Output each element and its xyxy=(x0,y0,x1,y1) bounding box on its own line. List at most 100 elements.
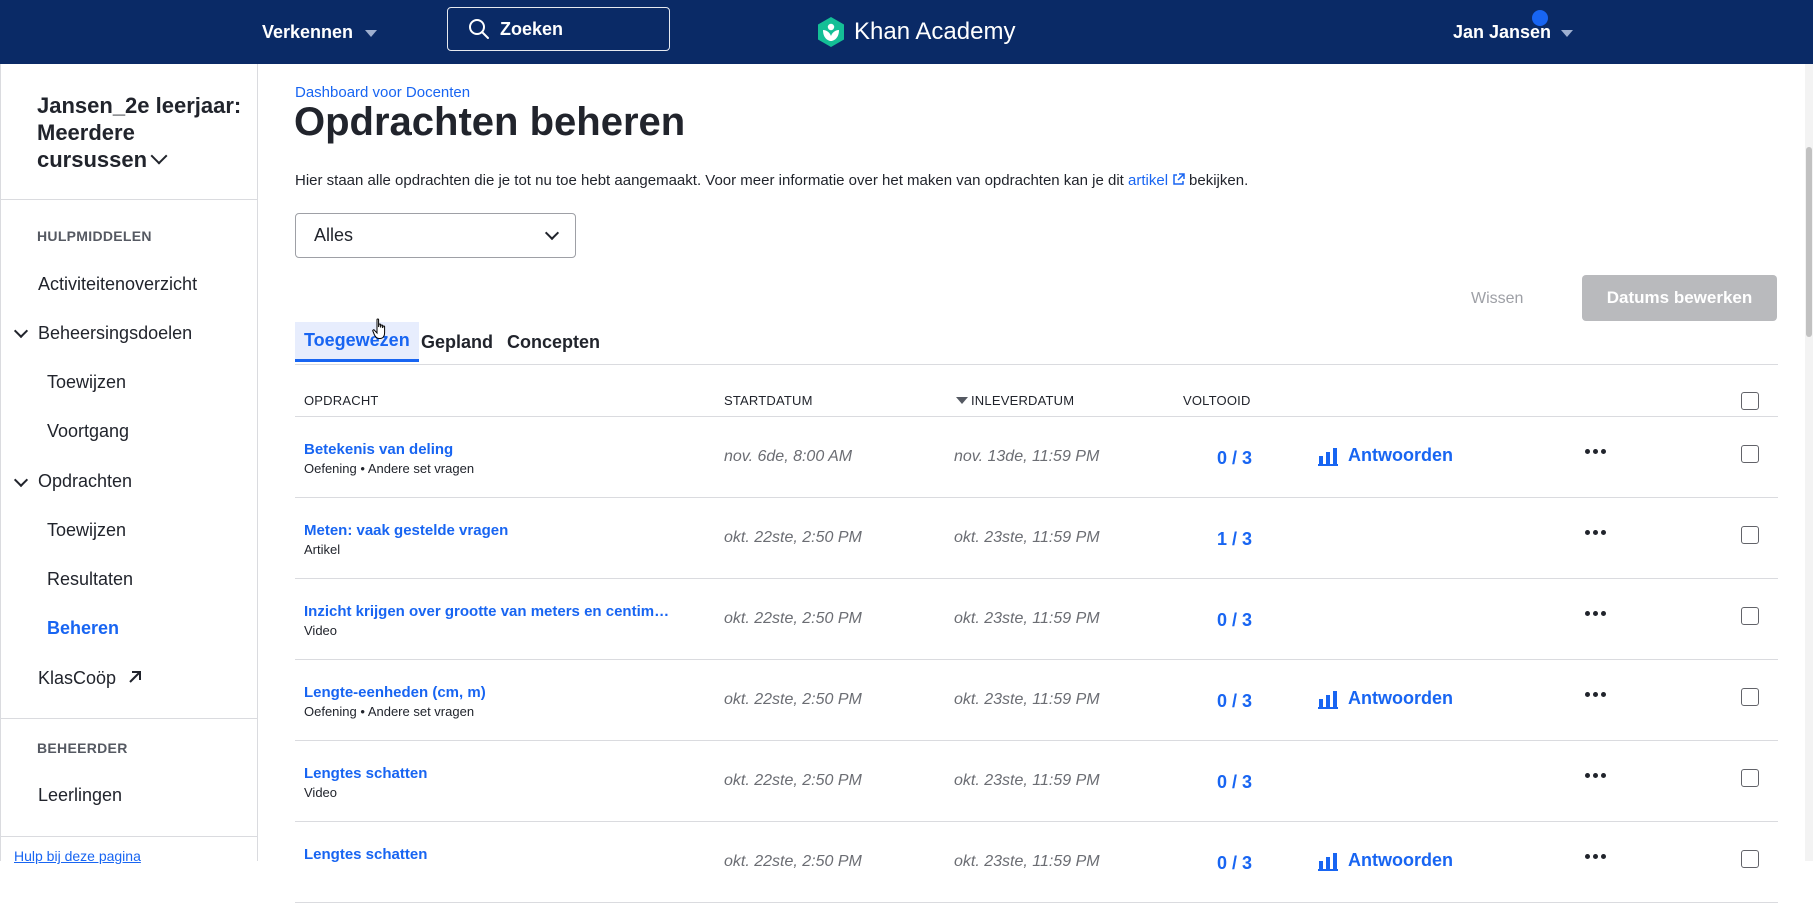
assignment-type: Video xyxy=(304,785,338,800)
row-checkbox[interactable] xyxy=(1741,688,1759,706)
select-all-checkbox[interactable] xyxy=(1741,392,1759,410)
edit-dates-button[interactable]: Datums bewerken xyxy=(1582,275,1777,321)
assignment-type: Oefening • Andere set vragen xyxy=(304,704,475,719)
table-row: Meten: vaak gestelde vragen Artikel okt. 2… xyxy=(0,498,1813,579)
sidebar-item-activity-overview[interactable]: Activiteitenoverzicht xyxy=(38,274,197,295)
description-text-end: bekijken. xyxy=(1189,172,1249,189)
search-placeholder: Zoeken xyxy=(500,18,564,39)
due-date: okt. 23ste, 11:59 PM xyxy=(954,772,1100,789)
start-date: nov. 6de, 8:00 AM xyxy=(724,448,853,465)
assignment-title-link[interactable]: Lengtes schatten xyxy=(304,765,427,782)
chevron-down-icon xyxy=(150,147,168,165)
divider xyxy=(1,199,258,200)
tab-drafts[interactable]: Concepten xyxy=(507,322,600,362)
answers-button[interactable]: Antwoorden xyxy=(1318,445,1453,466)
row-checkbox[interactable] xyxy=(1741,607,1759,625)
column-header-assignment[interactable]: OPDRACHT xyxy=(304,393,379,408)
completed-count[interactable]: 0 / 3 xyxy=(1217,448,1252,469)
row-checkbox[interactable] xyxy=(1741,445,1759,463)
hand-cursor-icon xyxy=(372,318,386,339)
assignment-title-link[interactable]: Betekenis van deling xyxy=(304,441,453,458)
table-row: Betekenis van deling Oefening • Andere se… xyxy=(0,417,1813,498)
more-options-icon[interactable] xyxy=(1585,441,1609,459)
more-options-icon[interactable] xyxy=(1585,684,1609,702)
more-options-icon[interactable] xyxy=(1585,603,1609,621)
breadcrumb[interactable]: Dashboard voor Docenten xyxy=(295,84,470,101)
assignment-type: Video xyxy=(304,623,338,638)
column-header-due-label: INLEVERDATUM xyxy=(971,393,1075,408)
chevron-down-icon xyxy=(544,225,560,241)
table-row: Lengtes schatten Video okt. 22ste, 2:50 PM… xyxy=(0,741,1813,822)
tab-scheduled[interactable]: Gepland xyxy=(421,322,493,362)
more-options-icon[interactable] xyxy=(1585,765,1609,783)
table-row: Lengtes schatten okt. 22ste, 2:50 PM okt. … xyxy=(0,822,1813,903)
due-date: nov. 13de, 11:59 PM xyxy=(954,448,1100,465)
assignment-title-link[interactable]: Lengtes schatten xyxy=(304,846,427,863)
table-row: Inzicht krijgen over grootte van meters … xyxy=(0,579,1813,660)
caret-down-icon xyxy=(1561,29,1574,37)
khan-leaf-icon xyxy=(818,17,844,47)
column-header-done[interactable]: VOLTOOID xyxy=(1183,393,1251,408)
more-options-icon[interactable] xyxy=(1585,522,1609,540)
row-checkbox[interactable] xyxy=(1741,769,1759,787)
assignment-title-link[interactable]: Inzicht krijgen over grootte van meters … xyxy=(304,603,669,620)
description-text: Hier staan alle opdrachten die je tot nu… xyxy=(295,172,1124,189)
start-date: okt. 22ste, 2:50 PM xyxy=(724,772,862,789)
more-options-icon[interactable] xyxy=(1585,846,1609,864)
external-link-icon xyxy=(1173,173,1185,185)
notification-dot xyxy=(1532,10,1548,26)
search-icon xyxy=(469,19,489,39)
answers-label: Antwoorden xyxy=(1348,445,1453,465)
page-description: Hier staan alle opdrachten die je tot nu… xyxy=(295,172,1248,189)
completed-count[interactable]: 1 / 3 xyxy=(1217,529,1252,550)
due-date: okt. 23ste, 11:59 PM xyxy=(954,529,1100,546)
due-date: okt. 23ste, 11:59 PM xyxy=(954,610,1100,627)
assignment-title-link[interactable]: Lengte-eenheden (cm, m) xyxy=(304,684,486,701)
bar-chart-icon xyxy=(1318,447,1338,466)
article-link[interactable]: artikel xyxy=(1128,172,1189,189)
chevron-down-icon[interactable] xyxy=(13,323,29,339)
start-date: okt. 22ste, 2:50 PM xyxy=(724,853,862,870)
due-date: okt. 23ste, 11:59 PM xyxy=(954,853,1100,870)
sidebar-item-mastery-assign[interactable]: Toewijzen xyxy=(47,372,126,393)
explore-label: Verkennen xyxy=(262,21,354,42)
start-date: okt. 22ste, 2:50 PM xyxy=(724,691,862,708)
assignment-type: Oefening • Andere set vragen xyxy=(304,461,475,476)
sidebar-item-mastery-goals[interactable]: Beheersingsdoelen xyxy=(38,323,192,344)
section-heading-tools: HULPMIDDELEN xyxy=(37,228,152,244)
bar-chart-icon xyxy=(1318,690,1338,709)
start-date: okt. 22ste, 2:50 PM xyxy=(724,610,862,627)
completed-count[interactable]: 0 / 3 xyxy=(1217,853,1252,874)
assignment-title-link[interactable]: Meten: vaak gestelde vragen xyxy=(304,522,508,539)
table-row: Lengte-eenheden (cm, m) Oefening • Andere… xyxy=(0,660,1813,741)
answers-button[interactable]: Antwoorden xyxy=(1318,688,1453,709)
class-title: Jansen_2e leerjaar: Meerdere cursussen xyxy=(37,93,242,172)
class-selector[interactable]: Jansen_2e leerjaar: Meerdere cursussen xyxy=(37,92,247,173)
brand-name: Khan Academy xyxy=(854,18,1016,45)
caret-down-icon xyxy=(365,29,378,37)
completed-count[interactable]: 0 / 3 xyxy=(1217,610,1252,631)
completed-count[interactable]: 0 / 3 xyxy=(1217,772,1252,793)
explore-menu-button[interactable]: Verkennen xyxy=(262,0,378,64)
completed-count[interactable]: 0 / 3 xyxy=(1217,691,1252,712)
due-date: okt. 23ste, 11:59 PM xyxy=(954,691,1100,708)
assignment-type: Artikel xyxy=(304,542,341,557)
khan-academy-logo[interactable]: Khan Academy xyxy=(816,0,1015,64)
user-menu-button[interactable]: Jan Jansen xyxy=(1453,0,1574,64)
clear-button[interactable]: Wissen xyxy=(1471,290,1523,308)
column-header-start[interactable]: STARTDATUM xyxy=(724,393,813,408)
page-title: Opdrachten beheren xyxy=(294,100,686,144)
start-date: okt. 22ste, 2:50 PM xyxy=(724,529,862,546)
assignment-filter-dropdown[interactable]: Alles xyxy=(295,213,576,258)
filter-value: Alles xyxy=(314,225,354,245)
row-checkbox[interactable] xyxy=(1741,850,1759,868)
column-header-due[interactable]: INLEVERDATUM xyxy=(956,393,1074,408)
tab-assigned[interactable]: Toegewezen xyxy=(295,322,419,362)
answers-label: Antwoorden xyxy=(1348,688,1453,708)
scrollbar[interactable] xyxy=(1805,64,1813,861)
search-input[interactable]: Zoeken xyxy=(447,7,670,51)
sort-descending-icon xyxy=(956,397,968,404)
top-navigation: Verkennen Zoeken Khan Academy Jan Jansen xyxy=(0,0,1813,64)
row-checkbox[interactable] xyxy=(1741,526,1759,544)
scrollbar-thumb[interactable] xyxy=(1806,147,1812,337)
